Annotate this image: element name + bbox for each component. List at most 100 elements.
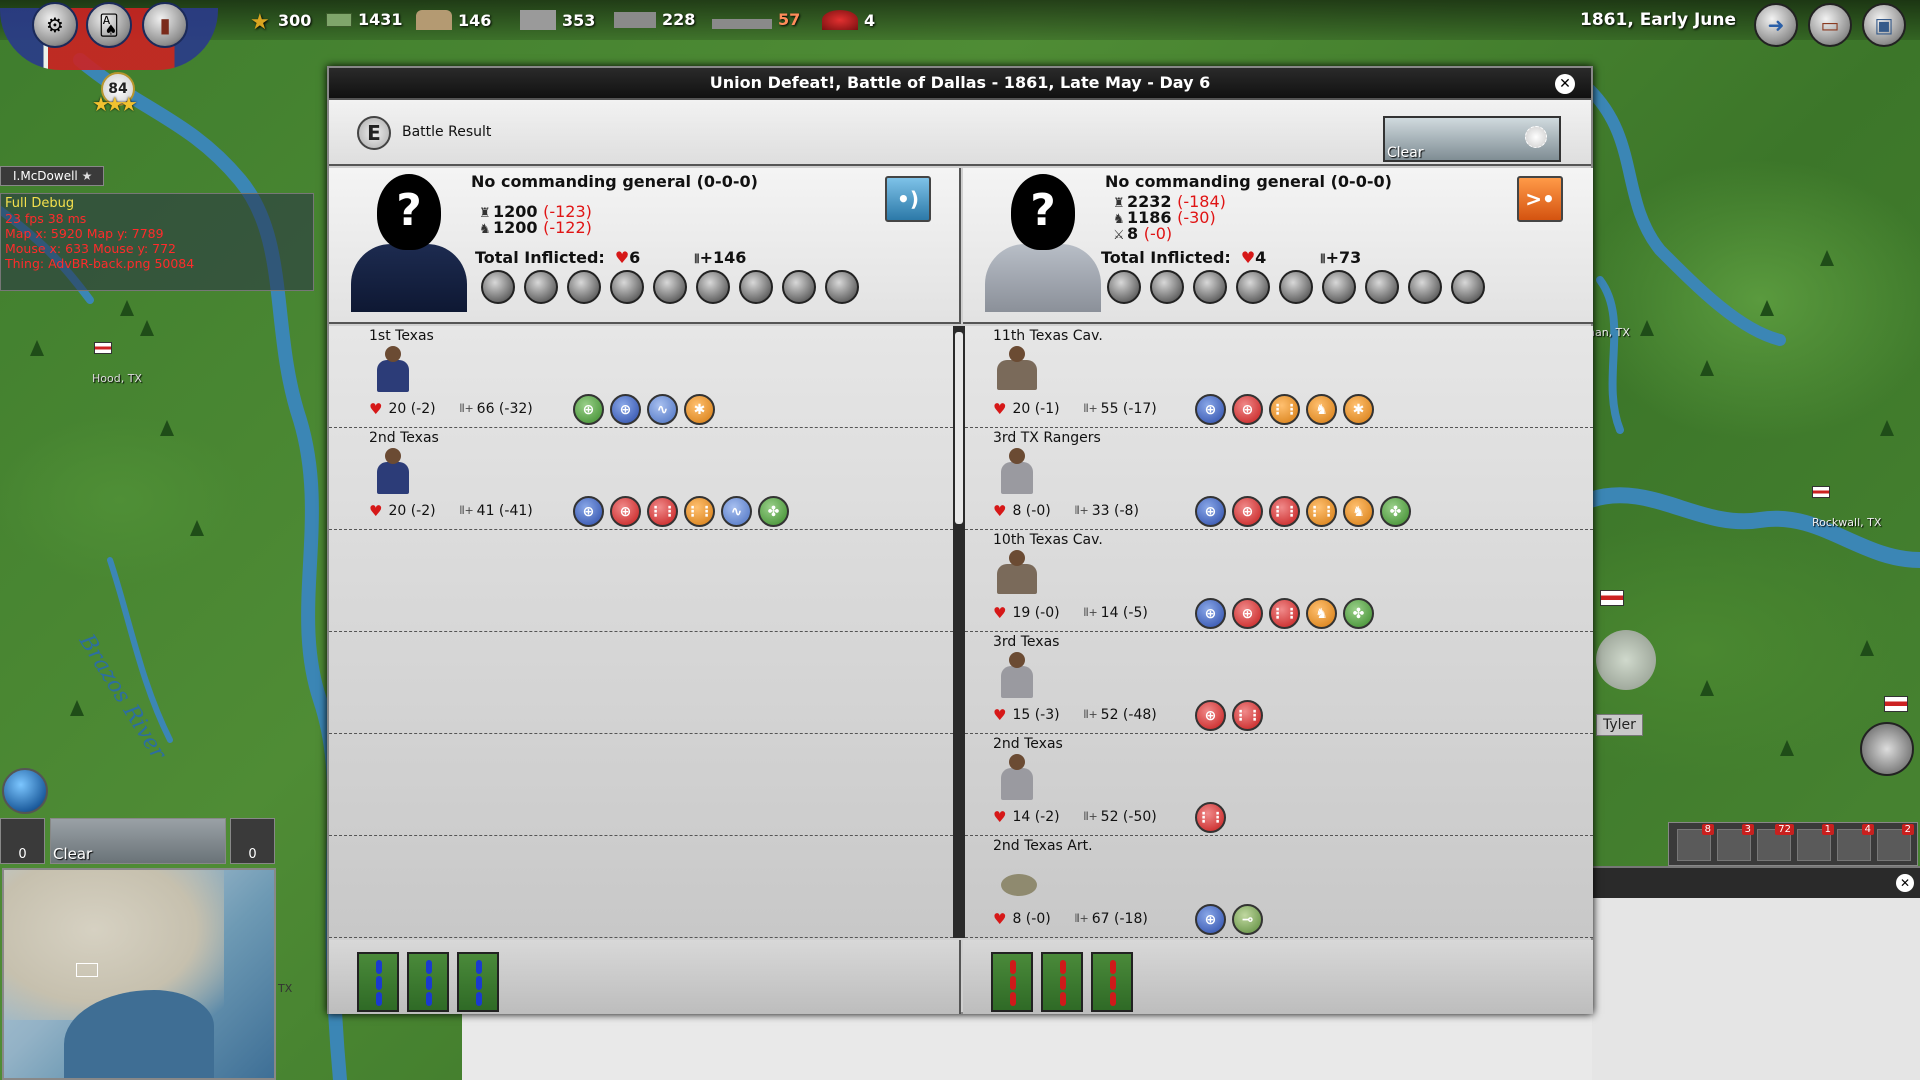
ability-red-icon[interactable]: ⊕ (1232, 598, 1263, 629)
ability-blue-icon[interactable]: ⊕ (1195, 394, 1226, 425)
unit-row[interactable]: 1st Texas ♥ 20 (-2) ⦀+ 66 (-32) ⊕ ⊕ ∿ ✱ (329, 326, 953, 428)
ledger-button[interactable]: ▭ (1808, 3, 1852, 47)
ability-icon[interactable] (1451, 270, 1485, 304)
tray-slot[interactable]: 2 (1877, 824, 1914, 861)
close-icon[interactable]: ✕ (1896, 874, 1914, 892)
ability-icon[interactable] (1107, 270, 1141, 304)
weather-left-count[interactable]: 0 (0, 818, 45, 864)
general-tag[interactable]: I.McDowell ★ (0, 166, 104, 186)
unit-row[interactable]: 2nd Texas ♥ 20 (-2) ⦀+ 41 (-41) ⊕ ⊕ ⋮⋮ ⋮⋮ ∿ ✤ (329, 428, 953, 530)
resource-navy[interactable]: 57 (712, 10, 800, 29)
stance-attack-button[interactable]: >• (1517, 176, 1563, 222)
ability-red-icon[interactable]: ⊕ (1232, 496, 1263, 527)
ability-icon[interactable] (1193, 270, 1227, 304)
ability-red-icon[interactable]: ⊕ (1232, 394, 1263, 425)
scrollbar-thumb[interactable] (955, 332, 963, 524)
ability-green-icon[interactable]: ⊕ (573, 394, 604, 425)
stack-counter[interactable] (1041, 952, 1083, 1012)
town-label-tyler[interactable]: Tyler (1596, 714, 1643, 736)
journal-button[interactable]: ▮ (142, 2, 188, 48)
tray-slot[interactable]: 4 (1837, 824, 1874, 861)
ability-redgrid-icon[interactable]: ⋮⋮ (1232, 700, 1263, 731)
tray-slot[interactable]: 72 (1757, 824, 1794, 861)
resource-supplies[interactable]: 353 (520, 10, 595, 30)
resource-morale[interactable]: 4 (822, 10, 875, 30)
ability-clover-icon[interactable]: ✤ (1380, 496, 1411, 527)
tray-slot[interactable]: 3 (1717, 824, 1754, 861)
ability-icon[interactable] (782, 270, 816, 304)
ability-blue-icon[interactable]: ⊕ (610, 394, 641, 425)
ability-orange-icon[interactable]: ✱ (1343, 394, 1374, 425)
end-turn-button[interactable]: ➜ (1754, 3, 1798, 47)
unit-row[interactable]: 2nd Texas Art. ♥ 8 (-0) ⦀+ 67 (-18) ⊕ ⊸ (965, 836, 1593, 938)
ability-orangegrid-icon[interactable]: ⋮⋮ (684, 496, 715, 527)
flag-icon[interactable] (1812, 486, 1830, 498)
resource-rail[interactable]: 228 (614, 10, 695, 29)
unit-row[interactable]: 2nd Texas ♥ 14 (-2) ⦀+ 52 (-50) ⋮⋮ (965, 734, 1593, 836)
stack-counter[interactable] (991, 952, 1033, 1012)
ability-icon[interactable] (1408, 270, 1442, 304)
cards-button[interactable]: 🂡 (86, 2, 132, 48)
ability-clover-icon[interactable]: ✤ (1343, 598, 1374, 629)
ability-redgrid-icon[interactable]: ⋮⋮ (1269, 496, 1300, 527)
unit-row[interactable]: 11th Texas Cav. ♥ 20 (-1) ⦀+ 55 (-17) ⊕ ⊕ ⋮⋮ ♞ ✱ (965, 326, 1593, 428)
ability-orange-icon[interactable]: ✱ (684, 394, 715, 425)
unit-row[interactable]: 3rd TX Rangers ♥ 8 (-0) ⦀+ 33 (-8) ⊕ ⊕ ⋮⋮ ⋮⋮ ♞ ✤ (965, 428, 1593, 530)
ability-icon[interactable] (739, 270, 773, 304)
ability-icon[interactable] (524, 270, 558, 304)
ability-icon[interactable] (696, 270, 730, 304)
tray-slot[interactable]: 1 (1797, 824, 1834, 861)
weather-right-count[interactable]: 0 (230, 818, 275, 864)
town-icon[interactable] (1596, 630, 1656, 690)
ability-redgrid-icon[interactable]: ⋮⋮ (1269, 598, 1300, 629)
unit-row[interactable]: 3rd Texas ♥ 15 (-3) ⦀+ 52 (-48) ⊕ ⋮⋮ (965, 632, 1593, 734)
minimap[interactable] (2, 868, 276, 1080)
union-unit-list[interactable]: 1st Texas ♥ 20 (-2) ⦀+ 66 (-32) ⊕ ⊕ ∿ ✱ 2nd Texas… (329, 326, 953, 938)
ability-rider-icon[interactable]: ♞ (1306, 394, 1337, 425)
stack-counter[interactable] (407, 952, 449, 1012)
ability-blue-icon[interactable]: ⊕ (1195, 496, 1226, 527)
ability-icon[interactable] (1236, 270, 1270, 304)
ability-icon[interactable] (1279, 270, 1313, 304)
flag-icon[interactable] (1884, 696, 1908, 712)
ability-orangegrid-icon[interactable]: ⋮⋮ (1306, 496, 1337, 527)
ability-red-icon[interactable]: ⊕ (1195, 700, 1226, 731)
minimap-viewport[interactable] (76, 963, 98, 977)
unit-row[interactable]: 10th Texas Cav. ♥ 19 (-0) ⦀+ 14 (-5) ⊕ ⊕ ⋮⋮ ♞ ✤ (965, 530, 1593, 632)
options-button[interactable]: ⚙ (32, 2, 78, 48)
csa-unit-list[interactable]: 11th Texas Cav. ♥ 20 (-1) ⦀+ 55 (-17) ⊕ ⊕ ⋮⋮ ♞ ✱ 3… (965, 326, 1593, 938)
close-icon[interactable]: ✕ (1555, 74, 1575, 94)
stack-counter[interactable] (357, 952, 399, 1012)
list-scrollbar[interactable] (953, 326, 965, 938)
general-portrait-icon[interactable] (1860, 722, 1914, 776)
stack-counter[interactable] (457, 952, 499, 1012)
ability-redgrid-icon[interactable]: ⋮⋮ (1195, 802, 1226, 833)
ability-rider-icon[interactable]: ♞ (1306, 598, 1337, 629)
ability-icon[interactable] (653, 270, 687, 304)
flag-icon[interactable] (94, 342, 112, 354)
resource-money[interactable]: 1431 (326, 10, 403, 29)
ability-red-icon[interactable]: ⊕ (610, 496, 641, 527)
resource-recruits[interactable]: 146 (416, 10, 491, 30)
ability-icon[interactable] (567, 270, 601, 304)
ability-blue-icon[interactable]: ⊕ (1195, 598, 1226, 629)
tray-slot[interactable]: 8 (1677, 824, 1714, 861)
flag-icon[interactable] (1600, 590, 1624, 606)
ability-icon[interactable] (1150, 270, 1184, 304)
save-button[interactable]: ▣ (1862, 3, 1906, 47)
ability-blue-icon[interactable]: ⊕ (1195, 904, 1226, 935)
ability-redgrid-icon[interactable]: ⋮⋮ (647, 496, 678, 527)
ability-icon[interactable] (1365, 270, 1399, 304)
stack-counter[interactable] (1091, 952, 1133, 1012)
ability-icon[interactable] (610, 270, 644, 304)
ability-orangegrid-icon[interactable]: ⋮⋮ (1269, 394, 1300, 425)
ability-wave-icon[interactable]: ∿ (647, 394, 678, 425)
ability-icon[interactable] (1322, 270, 1356, 304)
ability-wave-icon[interactable]: ∿ (721, 496, 752, 527)
ability-icon[interactable] (825, 270, 859, 304)
stance-defend-button[interactable]: •) (885, 176, 931, 222)
ability-icon[interactable] (481, 270, 515, 304)
ability-rider-icon[interactable]: ♞ (1343, 496, 1374, 527)
ability-clover-icon[interactable]: ✤ (758, 496, 789, 527)
ability-cannon-icon[interactable]: ⊸ (1232, 904, 1263, 935)
